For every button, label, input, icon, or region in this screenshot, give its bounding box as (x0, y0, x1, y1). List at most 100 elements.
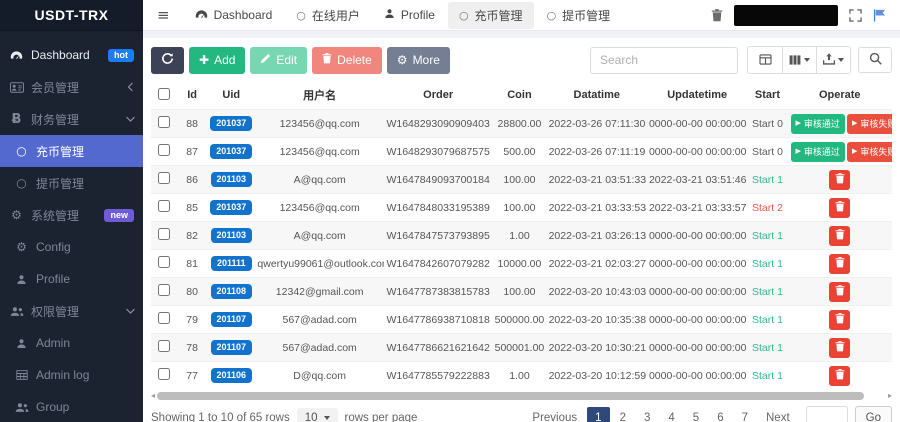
search-input[interactable] (590, 47, 738, 74)
audit-reject-button[interactable]: ▶审核失败 (847, 114, 892, 134)
scroll-left-icon[interactable]: ◂ (151, 392, 155, 400)
tab-deposit-mgmt[interactable]: ○充币管理 (448, 2, 534, 29)
sidebar-item-admin[interactable]: Admin (0, 327, 143, 359)
sidebar-item-system-mgmt[interactable]: ⚙系统管理new (0, 199, 143, 231)
user-icon (14, 338, 29, 349)
row-checkbox[interactable] (158, 368, 170, 380)
cell-datatime: 2022-03-21 03:33:53 (547, 194, 647, 222)
columns-toggle-button[interactable] (782, 47, 816, 73)
refresh-button[interactable] (151, 47, 184, 74)
audit-approve-button[interactable]: ▶审核通过 (791, 142, 845, 162)
cell-updatetime: 2022-03-21 03:51:46 (647, 166, 747, 194)
scrollbar-thumb[interactable] (157, 392, 864, 400)
pagination-page-1[interactable]: 1 (587, 407, 609, 422)
row-checkbox[interactable] (158, 200, 170, 212)
card-view-button[interactable] (748, 47, 782, 73)
row-checkbox[interactable] (158, 172, 170, 184)
add-button[interactable]: ✚ Add (189, 47, 245, 74)
tab-withdraw-mgmt[interactable]: ○提币管理 (536, 2, 622, 29)
tab-online-users[interactable]: ○在线用户 (285, 2, 371, 29)
cell-id: 81 (177, 250, 207, 278)
pagination-page-2[interactable]: 2 (612, 407, 634, 422)
pagination-next[interactable]: Next (758, 407, 798, 422)
cell-start: Start 2 (747, 194, 787, 222)
tab-profile[interactable]: Profile (373, 3, 446, 27)
sidebar-item-permission-mgmt[interactable]: 权限管理 (0, 295, 143, 327)
row-delete-button[interactable] (829, 310, 850, 330)
sidebar-item-withdraw-mgmt[interactable]: ○提币管理 (0, 167, 143, 199)
uid-badge[interactable]: 201107 (211, 340, 253, 355)
pagination-page-7[interactable]: 7 (734, 407, 756, 422)
circle-icon: ○ (14, 177, 29, 189)
row-delete-button[interactable] (829, 366, 850, 386)
go-button[interactable]: Go (855, 406, 892, 422)
row-checkbox[interactable] (158, 284, 170, 296)
cell-updatetime: 0000-00-00 00:00:00 (647, 138, 747, 166)
row-delete-button[interactable] (829, 226, 850, 246)
row-delete-button[interactable] (829, 338, 850, 358)
row-delete-button[interactable] (829, 282, 850, 302)
cell-updatetime: 0000-00-00 00:00:00 (647, 306, 747, 334)
trash-icon (835, 369, 845, 382)
trash-icon[interactable] (711, 9, 723, 22)
pagination-page-4[interactable]: 4 (660, 407, 682, 422)
search-button[interactable] (858, 47, 892, 73)
fullscreen-icon[interactable] (849, 9, 862, 22)
hamburger-menu-icon[interactable]: ≡ (157, 6, 170, 24)
uid-badge[interactable]: 201111 (211, 256, 252, 271)
sidebar-item-dashboard[interactable]: Dashboardhot (0, 39, 143, 71)
export-button[interactable] (816, 47, 850, 73)
select-all-checkbox[interactable] (158, 88, 170, 100)
cell-coin: 10000.00 (492, 250, 546, 278)
language-flag-icon[interactable] (873, 9, 886, 22)
uid-badge[interactable]: 201103 (211, 172, 253, 187)
page-size-select[interactable]: 10 (297, 408, 338, 422)
sidebar-item-deposit-mgmt[interactable]: ○充币管理 (0, 135, 143, 167)
sidebar-item-group[interactable]: Group (0, 391, 143, 422)
sidebar-item-member-mgmt[interactable]: 会员管理 (0, 71, 143, 103)
sidebar-item-config[interactable]: ⚙Config (0, 231, 143, 263)
sidebar-item-label: 权限管理 (31, 303, 79, 320)
audit-approve-button[interactable]: ▶审核通过 (791, 114, 845, 134)
row-checkbox[interactable] (158, 144, 170, 156)
row-checkbox[interactable] (158, 116, 170, 128)
row-delete-button[interactable] (829, 198, 850, 218)
pagination-page-6[interactable]: 6 (709, 407, 731, 422)
pagination-page-3[interactable]: 3 (636, 407, 658, 422)
uid-badge[interactable]: 201037 (210, 116, 252, 131)
uid-badge[interactable]: 201107 (211, 312, 253, 327)
cell-coin: 100.00 (492, 278, 546, 306)
edit-button[interactable]: Edit (250, 47, 307, 74)
scroll-right-icon[interactable]: ▸ (888, 392, 892, 400)
cell-start: Start 1 (747, 306, 787, 334)
uid-badge[interactable]: 201103 (211, 228, 253, 243)
sidebar-item-admin-log[interactable]: Admin log (0, 359, 143, 391)
cell-datatime: 2022-03-20 10:12:59 (547, 362, 647, 390)
delete-button[interactable]: Delete (312, 47, 382, 74)
audit-reject-button[interactable]: ▶审核失败 (847, 142, 892, 162)
sidebar-item-profile[interactable]: Profile (0, 263, 143, 295)
more-button[interactable]: ⚙ More (387, 47, 450, 74)
cell-id: 78 (177, 334, 207, 362)
row-delete-button[interactable] (829, 170, 850, 190)
column-header: Id (177, 81, 207, 110)
page-jump-input[interactable] (806, 406, 848, 422)
uid-badge[interactable]: 201106 (211, 368, 253, 383)
table-row: 85201037123456@qq.comW164784803319538910… (151, 194, 892, 222)
uid-badge[interactable]: 201108 (211, 284, 253, 299)
row-checkbox[interactable] (158, 228, 170, 240)
cell-coin: 28800.00 (492, 110, 546, 138)
table-row: 86201103A@qq.comW1647849093700184100.002… (151, 166, 892, 194)
uid-badge[interactable]: 201037 (210, 200, 252, 215)
row-delete-button[interactable] (829, 254, 850, 274)
uid-badge[interactable]: 201037 (210, 144, 252, 159)
scrollbar-track[interactable] (157, 392, 886, 400)
sidebar-item-finance-mgmt[interactable]: Ƀ财务管理 (0, 103, 143, 135)
tab-dashboard[interactable]: Dashboard (184, 3, 284, 27)
cell-username: 567@adad.com (255, 306, 384, 334)
row-checkbox[interactable] (158, 340, 170, 352)
row-checkbox[interactable] (158, 312, 170, 324)
pagination-previous[interactable]: Previous (524, 407, 585, 422)
pagination-page-5[interactable]: 5 (685, 407, 707, 422)
row-checkbox[interactable] (158, 256, 170, 268)
